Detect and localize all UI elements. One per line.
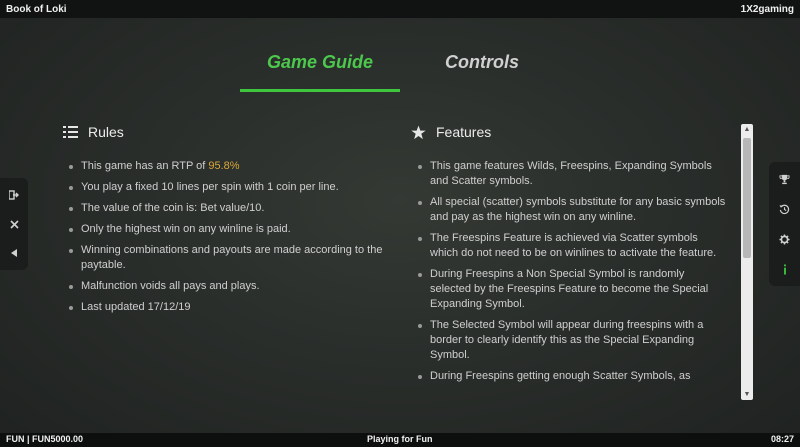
list-icon <box>63 126 78 138</box>
list-item: Last updated 17/12/19 <box>69 300 389 315</box>
trophy-button[interactable] <box>769 164 800 194</box>
scrollbar-thumb[interactable] <box>743 138 751 258</box>
features-heading: Features <box>411 124 491 140</box>
list-item: All special (scatter) symbols substitute… <box>418 195 728 225</box>
list-item: Only the highest win on any winline is p… <box>69 222 389 237</box>
trophy-icon <box>779 174 790 184</box>
list-item: Winning combinations and payouts are mad… <box>69 243 389 273</box>
brand-name: 1X2gaming <box>740 3 794 15</box>
settings-button[interactable] <box>769 224 800 254</box>
play-mode-label: Playing for Fun <box>367 434 433 444</box>
list-item: You play a fixed 10 lines per spin with … <box>69 180 389 195</box>
rtp-value: 95.8% <box>208 160 240 172</box>
list-item: The Freespins Feature is achieved via Sc… <box>418 231 728 261</box>
rules-title: Rules <box>88 124 124 140</box>
clock: 08:27 <box>770 434 794 444</box>
close-icon <box>9 219 19 229</box>
bottom-bar: FUN | FUN5000.00 Playing for Fun 08:27 <box>0 433 800 447</box>
list-item: The value of the coin is: Bet value/10. <box>69 201 389 216</box>
game-title: Book of Loki <box>6 3 67 15</box>
exit-button[interactable] <box>0 180 28 210</box>
settings-icon <box>779 233 790 245</box>
tab-game-guide[interactable]: Game Guide <box>240 50 400 92</box>
tab-bar: Game Guide Controls <box>0 50 800 95</box>
list-item: This game has an RTP of 95.8% <box>69 159 389 174</box>
history-icon <box>779 204 790 214</box>
back-icon <box>11 249 17 257</box>
list-item: The Selected Symbol will appear during f… <box>418 318 728 363</box>
right-side-menu <box>769 162 800 286</box>
rules-heading: Rules <box>63 124 124 140</box>
close-button[interactable] <box>0 209 28 239</box>
list-item: This game features Wilds, Freespins, Exp… <box>418 159 728 189</box>
list-item: Malfunction voids all pays and plays. <box>69 279 389 294</box>
list-item: During Freespins a Non Special Symbol is… <box>418 267 728 312</box>
star-icon <box>411 125 426 139</box>
history-button[interactable] <box>769 194 800 224</box>
features-list: This game features Wilds, Freespins, Exp… <box>418 159 728 401</box>
top-bar: Book of Loki 1X2gaming <box>0 0 800 18</box>
back-button[interactable] <box>0 238 28 268</box>
info-icon <box>783 263 786 275</box>
tab-controls[interactable]: Controls <box>402 50 562 92</box>
scroll-up-icon[interactable]: ▲ <box>741 126 753 133</box>
features-title: Features <box>436 124 492 140</box>
list-item: During Freespins getting enough Scatter … <box>418 369 728 384</box>
left-side-menu <box>0 178 28 270</box>
info-button[interactable] <box>769 254 800 284</box>
scroll-down-icon[interactable]: ▼ <box>741 391 753 398</box>
balance-display: FUN | FUN5000.00 <box>6 434 84 444</box>
features-scrollbar[interactable]: ▲ ▼ <box>741 124 753 400</box>
rules-list: This game has an RTP of 95.8% You play a… <box>69 159 389 321</box>
exit-icon <box>9 190 19 200</box>
